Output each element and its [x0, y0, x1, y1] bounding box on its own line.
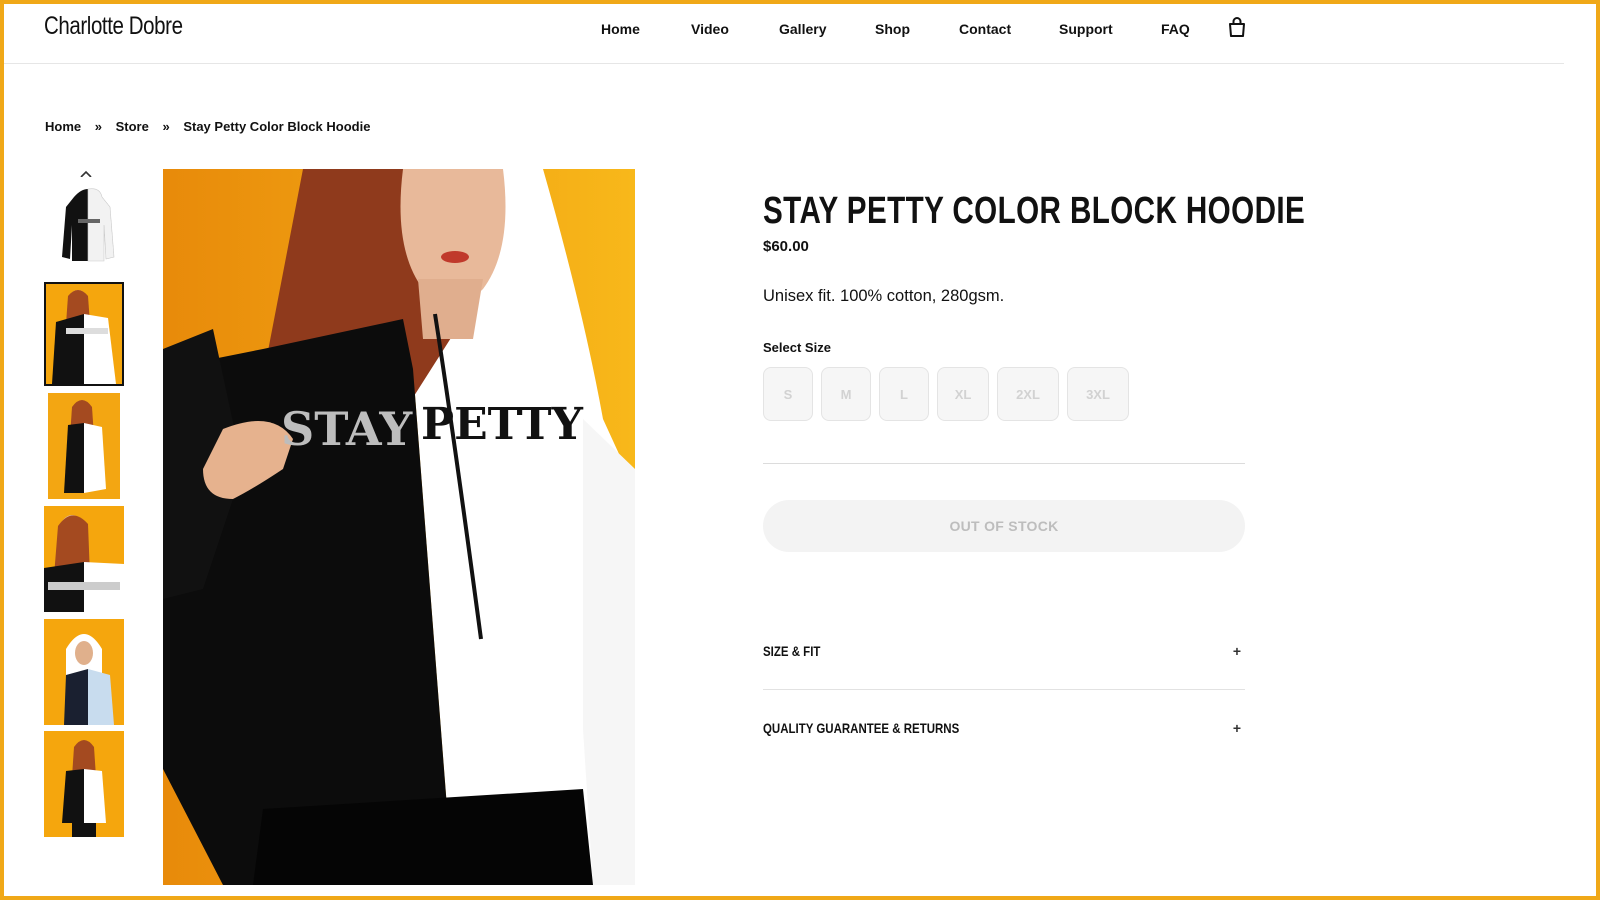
- plus-icon[interactable]: +: [1233, 720, 1241, 736]
- accordion-label: QUALITY GUARANTEE & RETURNS: [763, 720, 960, 736]
- size-option-l[interactable]: L: [879, 367, 929, 421]
- thumbnail-1[interactable]: [48, 177, 128, 269]
- thumbnail-5[interactable]: [44, 619, 124, 725]
- shopping-bag-icon[interactable]: [1226, 16, 1248, 38]
- nav-gallery[interactable]: Gallery: [779, 21, 826, 37]
- thumbnail-3[interactable]: [48, 393, 120, 499]
- product-price: $60.00: [763, 238, 809, 255]
- thumbnail-4[interactable]: [44, 506, 124, 612]
- breadcrumb-separator: »: [162, 119, 170, 134]
- product-info: STAY PETTY COLOR BLOCK HOODIE $60.00 Uni…: [763, 190, 1306, 766]
- size-option-2xl[interactable]: 2XL: [997, 367, 1059, 421]
- breadcrumb-store[interactable]: Store: [116, 119, 149, 134]
- accordion-quality-returns[interactable]: QUALITY GUARANTEE & RETURNS +: [763, 690, 1245, 766]
- size-option-s[interactable]: S: [763, 367, 813, 421]
- divider: [763, 463, 1245, 464]
- nav-contact[interactable]: Contact: [959, 21, 1011, 37]
- main-nav: Home Video Gallery Shop Contact Support …: [4, 21, 1564, 41]
- plus-icon[interactable]: +: [1233, 643, 1241, 659]
- size-selector: S M L XL 2XL 3XL: [763, 367, 1245, 421]
- main-product-image[interactable]: STAY PETTY: [163, 169, 635, 885]
- thumbnail-6[interactable]: [44, 731, 124, 837]
- hoodie-text-petty: PETTY: [421, 399, 584, 450]
- thumbnail-2[interactable]: [44, 282, 124, 386]
- nav-video[interactable]: Video: [691, 21, 729, 37]
- size-label: Select Size: [763, 340, 831, 355]
- size-option-3xl[interactable]: 3XL: [1067, 367, 1129, 421]
- nav-faq[interactable]: FAQ: [1161, 21, 1190, 37]
- site-header: Charlotte Dobre Home Video Gallery Shop …: [4, 4, 1564, 64]
- page: Charlotte Dobre Home Video Gallery Shop …: [4, 4, 1596, 896]
- breadcrumb-home[interactable]: Home: [45, 119, 81, 134]
- size-option-xl[interactable]: XL: [937, 367, 989, 421]
- nav-shop[interactable]: Shop: [875, 21, 910, 37]
- hoodie-text-stay: STAY: [281, 402, 413, 456]
- breadcrumb-current: Stay Petty Color Block Hoodie: [183, 119, 371, 134]
- breadcrumb-separator: »: [94, 119, 102, 134]
- breadcrumb: Home » Store » Stay Petty Color Block Ho…: [45, 119, 370, 134]
- nav-home[interactable]: Home: [601, 21, 640, 37]
- product-title: STAY PETTY COLOR BLOCK HOODIE: [763, 190, 1306, 232]
- out-of-stock-button[interactable]: OUT OF STOCK: [763, 500, 1245, 552]
- product-description: Unisex fit. 100% cotton, 280gsm.: [763, 287, 1005, 305]
- accordion-label: SIZE & FIT: [763, 643, 821, 659]
- nav-support[interactable]: Support: [1059, 21, 1113, 37]
- size-option-m[interactable]: M: [821, 367, 871, 421]
- accordion-size-fit[interactable]: SIZE & FIT +: [763, 610, 1245, 690]
